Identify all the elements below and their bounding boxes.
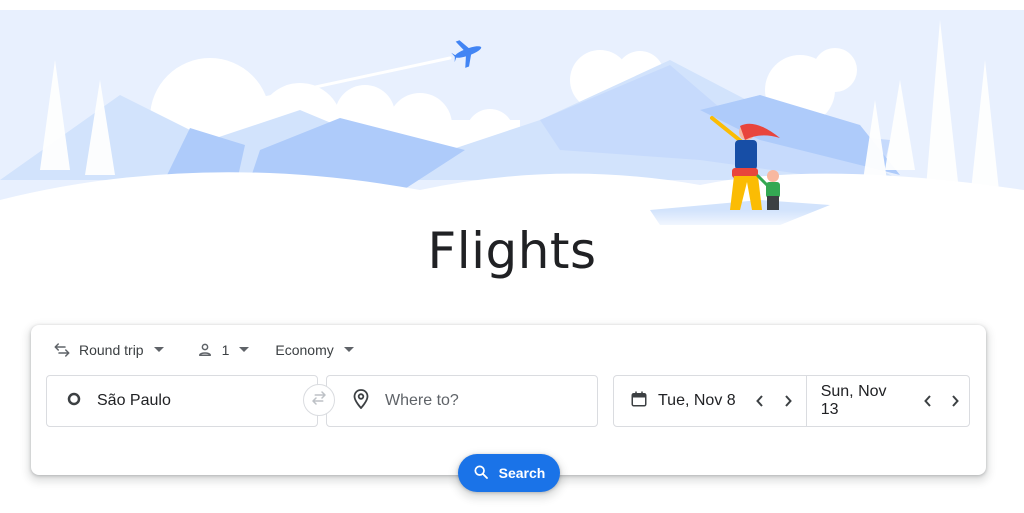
swap-horizontal-icon bbox=[310, 389, 328, 412]
destination-field[interactable]: Where to? bbox=[326, 375, 598, 427]
swap-button[interactable] bbox=[303, 384, 335, 416]
flight-search-card: Round trip 1 Economy São Paulo Where to?… bbox=[31, 325, 986, 492]
departure-date-value: Tue, Nov 8 bbox=[658, 392, 736, 409]
return-date-value: Sun, Nov 13 bbox=[820, 383, 887, 418]
cabin-class-dropdown[interactable]: Economy bbox=[275, 342, 354, 358]
location-pin-icon bbox=[353, 388, 369, 414]
passengers-dropdown[interactable]: 1 bbox=[196, 341, 250, 359]
chevron-left-icon[interactable] bbox=[914, 387, 942, 415]
caret-down-icon bbox=[153, 347, 164, 353]
trip-type-dropdown[interactable]: Round trip bbox=[53, 341, 164, 359]
trip-type-label: Round trip bbox=[79, 342, 144, 358]
dates-field: Tue, Nov 8 Sun, Nov 13 bbox=[613, 375, 970, 427]
search-button-label: Search bbox=[498, 465, 546, 481]
search-icon bbox=[473, 464, 499, 483]
circle-outline-icon bbox=[67, 392, 81, 411]
cabin-class-label: Economy bbox=[275, 342, 334, 358]
hero-illustration bbox=[0, 0, 1024, 232]
origin-field[interactable]: São Paulo bbox=[46, 375, 318, 427]
travel-landscape-illustration bbox=[0, 10, 1024, 232]
swap-arrows-icon bbox=[53, 341, 71, 359]
person-icon bbox=[196, 341, 214, 359]
search-button[interactable]: Search bbox=[458, 454, 560, 492]
destination-placeholder: Where to? bbox=[385, 392, 459, 409]
chevron-right-icon[interactable] bbox=[941, 387, 969, 415]
passengers-count: 1 bbox=[221, 342, 230, 358]
page-title: Flights bbox=[427, 222, 597, 280]
chevron-right-icon[interactable] bbox=[774, 387, 802, 415]
return-date-picker[interactable]: Sun, Nov 13 bbox=[807, 376, 969, 426]
origin-value: São Paulo bbox=[97, 392, 171, 409]
chevron-left-icon[interactable] bbox=[746, 387, 774, 415]
caret-down-icon bbox=[239, 347, 250, 353]
trip-options-bar: Round trip 1 Economy bbox=[53, 339, 354, 361]
departure-date-picker[interactable]: Tue, Nov 8 bbox=[614, 376, 807, 426]
caret-down-icon bbox=[343, 347, 354, 353]
calendar-icon bbox=[630, 390, 648, 413]
